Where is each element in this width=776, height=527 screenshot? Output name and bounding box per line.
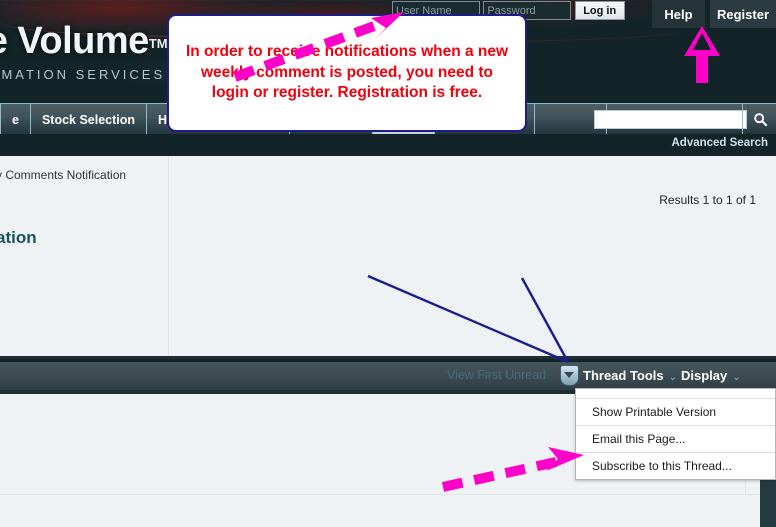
chevron-down-icon: ⌄ <box>668 372 678 383</box>
magnifier-icon <box>753 113 767 127</box>
display-menu-button[interactable]: Display ⌄ <box>681 368 741 383</box>
results-count: Results 1 to 1 of 1 <box>659 193 756 207</box>
thread-tools-label: Thread Tools <box>583 368 664 383</box>
register-button[interactable]: Register <box>710 0 776 28</box>
advanced-search-link[interactable]: Advanced Search <box>671 137 768 149</box>
logo-tagline: INFORMATION SERVICES <box>0 67 166 82</box>
view-first-unread-icon[interactable] <box>560 365 579 386</box>
callout-text: In order to receive notifications when a… <box>185 43 509 102</box>
page-root: ive VolumeTM INFORMATION SERVICES Log in… <box>0 0 776 527</box>
help-button[interactable]: Help <box>652 0 705 28</box>
menu-item-show-printable-version[interactable]: Show Printable Version <box>576 399 775 426</box>
nav-tab-home[interactable]: e <box>0 104 31 135</box>
thread-tools-menu-button[interactable]: Thread Tools ⌄ <box>583 368 677 383</box>
login-button[interactable]: Log in <box>574 1 625 20</box>
lower-divider <box>0 494 776 495</box>
menu-item-subscribe-to-this-thread[interactable]: Subscribe to this Thread... <box>576 453 775 479</box>
view-first-unread-link[interactable]: View First Unread <box>447 368 546 382</box>
display-label: Display <box>681 368 728 383</box>
thread-toolbar: View First Unread Thread Tools ⌄ Display ⌄ <box>0 362 776 390</box>
nav-search-area <box>586 104 747 135</box>
menu-item-email-this-page[interactable]: Email this Page... <box>576 426 775 453</box>
thread-tools-dropdown: Show Printable Version Email this Page..… <box>575 388 776 480</box>
page-title: ation <box>0 228 37 247</box>
content-divider <box>168 156 169 362</box>
breadcrumb[interactable]: y Comments Notification <box>0 168 126 182</box>
nav-tab-stock-selection[interactable]: Stock Selection <box>31 104 148 135</box>
logo-trademark: TM <box>148 36 168 51</box>
menu-top-pad <box>576 389 775 399</box>
logo-text: ive Volume <box>0 20 149 62</box>
search-input[interactable] <box>594 110 747 129</box>
instruction-callout: In order to receive notifications when a… <box>167 14 527 132</box>
advanced-search-bar: Advanced Search <box>0 134 776 156</box>
chevron-down-icon-display: ⌄ <box>732 372 741 383</box>
site-logo[interactable]: ive VolumeTM INFORMATION SERVICES <box>0 20 168 81</box>
content-area: y Comments Notification ation Results 1 … <box>0 156 776 362</box>
search-button[interactable] <box>742 104 776 135</box>
